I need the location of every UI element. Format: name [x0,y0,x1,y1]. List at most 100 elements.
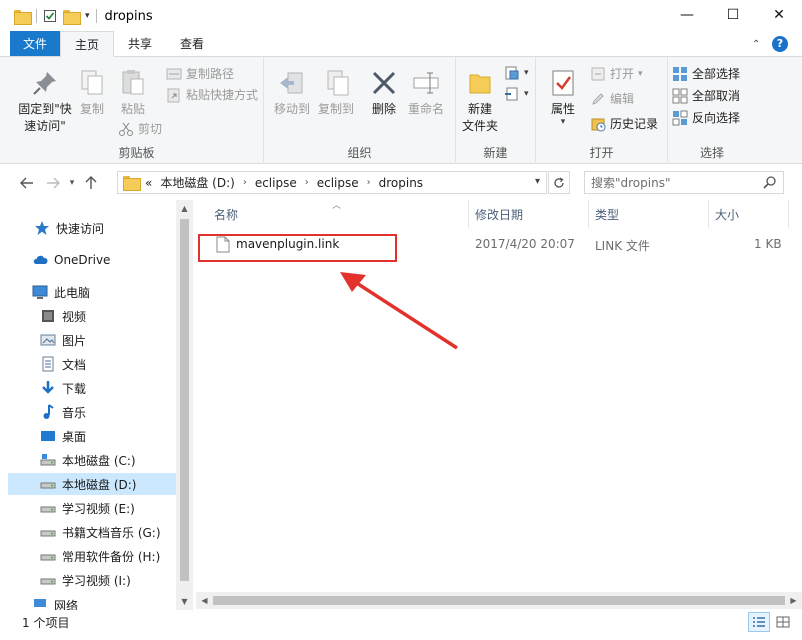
new-item-button[interactable]: ▾ [504,65,529,81]
nav-item-quick-access[interactable]: 快速访问 [8,217,176,239]
column-header-size[interactable]: 大小 [715,206,739,223]
column-header-type[interactable]: 类型 [595,206,619,223]
close-button[interactable]: ✕ [756,0,802,30]
nav-item-onedrive[interactable]: OneDrive [8,249,176,271]
move-to-button[interactable]: 移动到 [272,67,312,118]
annotation-highlight-box [198,234,397,262]
nav-item-documents[interactable]: 文档 [8,353,176,375]
select-group-label: 选择 [699,146,724,160]
nav-item-drive-h[interactable]: 常用软件备份 (H:) [8,545,176,567]
tab-share[interactable]: 共享 [114,31,166,56]
nav-label: 图片 [62,333,87,348]
breadcrumb-chevron-icon[interactable]: › [243,177,247,188]
column-header-modified[interactable]: 修改日期 [475,206,523,223]
back-button[interactable] [14,170,40,196]
select-all-button[interactable]: 全部选择 [672,65,740,82]
breadcrumb-chevron-icon[interactable]: › [305,177,309,188]
clipboard-group-label: 剪贴板 [118,146,155,160]
rename-label: 重命名 [407,102,444,116]
up-arrow-icon [85,176,97,189]
navigation-pane: 快速访问 OneDrive 此电脑 视频 图片 文档 下载 音乐 桌面 本地磁盘… [8,200,176,610]
copy-label: 复制 [79,102,104,116]
nav-item-drive-c[interactable]: 本地磁盘 (C:) [8,449,176,471]
breadcrumb-item[interactable]: dropins [379,176,423,190]
up-button[interactable] [78,170,104,196]
tab-home[interactable]: 主页 [60,31,115,57]
column-divider[interactable] [588,200,589,228]
nav-item-downloads[interactable]: 下载 [8,377,176,399]
nav-item-drive-d[interactable]: 本地磁盘 (D:) [8,473,176,495]
details-view-button[interactable] [748,612,770,632]
scroll-up-icon[interactable]: ▲ [176,200,193,217]
copy-path-button[interactable]: 复制路径 [166,65,234,82]
open-group-label: 打开 [589,146,614,160]
column-divider[interactable] [788,200,789,228]
nav-item-pictures[interactable]: 图片 [8,329,176,351]
new-folder-button[interactable]: 新建 文件夹 [460,67,500,135]
pictures-folder-icon [40,334,56,346]
nav-item-music[interactable]: 音乐 [8,401,176,423]
breadcrumb-chevron-icon[interactable]: › [367,177,371,188]
breadcrumb-item[interactable]: 本地磁盘 (D:) [160,174,234,191]
invert-selection-label: 反向选择 [692,111,741,125]
copy-to-button[interactable]: 复制到 [316,67,356,118]
nav-item-videos[interactable]: 视频 [8,305,176,327]
tab-file[interactable]: 文件 [10,31,61,56]
nav-item-this-pc[interactable]: 此电脑 [8,281,176,303]
minimize-button[interactable]: — [664,0,710,30]
pin-icon [33,72,56,95]
scrollbar-thumb[interactable] [180,219,189,581]
breadcrumb-item[interactable]: eclipse [255,176,297,190]
navigation-pane-scrollbar[interactable]: ▲ ▼ [176,200,193,610]
properties-icon [552,70,574,96]
properties-button[interactable]: 属性 ▾ [546,67,580,127]
scroll-down-icon[interactable]: ▼ [176,593,193,610]
nav-item-desktop[interactable]: 桌面 [8,425,176,447]
clipboard-group: 固定到"快速访问" 复制 粘贴 复制路径 粘贴快捷方式 剪切 剪贴板 [10,57,264,164]
help-icon[interactable]: ? [772,35,788,52]
open-button[interactable]: 打开 ▾ [590,65,643,82]
history-button[interactable]: 历史记录 [590,115,658,132]
cut-button[interactable]: 剪切 [118,120,162,137]
scroll-right-icon[interactable]: ▶ [785,592,802,609]
copy-path-icon [166,68,182,79]
easy-access-button[interactable]: ▾ [504,86,529,102]
select-none-button[interactable]: 全部取消 [672,87,740,104]
breadcrumb-item[interactable]: eclipse [317,176,359,190]
new-folder-icon[interactable] [63,9,81,25]
pin-label: 固定到"快速访问" [18,102,72,133]
file-list-horizontal-scrollbar[interactable]: ◀ ▶ [196,592,802,609]
paste-shortcut-button[interactable]: 粘贴快捷方式 [166,86,258,103]
paste-button[interactable]: 粘贴 [117,67,149,118]
edit-button[interactable]: 编辑 [590,90,634,107]
scroll-left-icon[interactable]: ◀ [196,592,213,609]
collapse-ribbon-icon[interactable]: ⌃ [752,39,762,50]
column-header-name[interactable]: 名称 [214,206,238,223]
delete-button[interactable]: 删除 [368,67,400,118]
search-input[interactable]: 搜索"dropins" [584,171,784,194]
large-icons-view-button[interactable] [772,612,794,632]
forward-button[interactable] [40,170,66,196]
nav-item-drive-g[interactable]: 书籍文档音乐 (G:) [8,521,176,543]
pin-quick-access-button[interactable]: 固定到"快速访问" [14,67,76,135]
breadcrumb-overflow[interactable]: « [145,176,152,190]
copy-button[interactable]: 复制 [76,67,108,118]
rename-button[interactable]: 重命名 [406,67,446,118]
customize-dropdown-icon[interactable]: ▾ [85,11,90,21]
nav-item-drive-e[interactable]: 学习视频 (E:) [8,497,176,519]
recent-locations-button[interactable]: ▾ [66,170,78,196]
column-divider[interactable] [468,200,469,228]
item-count: 1 个项目 [22,616,70,630]
nav-item-drive-i[interactable]: 学习视频 (I:) [8,569,176,591]
scrollbar-thumb[interactable] [213,596,785,605]
maximize-button[interactable]: ☐ [710,0,756,30]
properties-check-icon[interactable] [43,9,57,23]
refresh-button[interactable] [548,171,570,194]
column-divider[interactable] [708,200,709,228]
invert-selection-button[interactable]: 反向选择 [672,109,740,126]
address-history-dropdown-icon[interactable]: ▾ [535,176,540,187]
address-bar[interactable]: « 本地磁盘 (D:) › eclipse › eclipse › dropin… [117,171,547,194]
search-icon[interactable] [763,175,777,189]
tab-view[interactable]: 查看 [166,31,218,56]
nav-item-network[interactable]: 网络 [8,598,176,610]
